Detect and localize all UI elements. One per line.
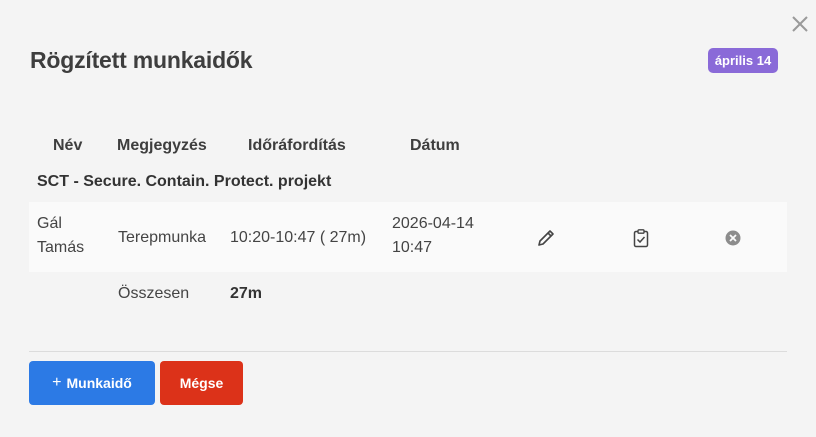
close-icon <box>792 16 808 32</box>
header-name: Név <box>53 137 83 154</box>
row-note: Terepmunka <box>118 229 207 246</box>
header-note: Megjegyzés <box>117 137 207 154</box>
plus-icon: + <box>52 374 62 391</box>
date-badge: április 14 <box>708 48 778 73</box>
clipboard-check-icon <box>633 229 649 248</box>
total-label: Összesen <box>118 285 190 302</box>
add-worktime-button[interactable]: + Munkaidő <box>29 361 155 405</box>
pencil-icon <box>538 230 554 246</box>
footer-divider <box>29 351 787 352</box>
total-value: 27m <box>230 285 263 302</box>
project-group-title: SCT - Secure. Contain. Protect. projekt <box>37 173 332 190</box>
add-worktime-label: Munkaidő <box>66 375 132 391</box>
row-name: Gál Tamás <box>37 215 85 256</box>
table-row: Gál Tamás Terepmunka 10:20-10:47 ( 27m) … <box>29 202 787 272</box>
row-time: 10:20-10:47 ( 27m) <box>230 229 367 246</box>
remove-circle-icon <box>725 230 741 246</box>
modal-title: Rögzített munkaidők <box>30 47 253 73</box>
row-date: 2026-04-14 10:47 <box>392 215 474 256</box>
edit-button[interactable] <box>536 228 556 253</box>
cancel-button[interactable]: Mégse <box>160 361 243 405</box>
approve-button[interactable] <box>631 228 651 253</box>
header-date: Dátum <box>410 137 460 154</box>
header-time: Időráfordítás <box>248 137 346 154</box>
close-button[interactable] <box>789 13 811 35</box>
delete-button[interactable] <box>724 229 742 252</box>
